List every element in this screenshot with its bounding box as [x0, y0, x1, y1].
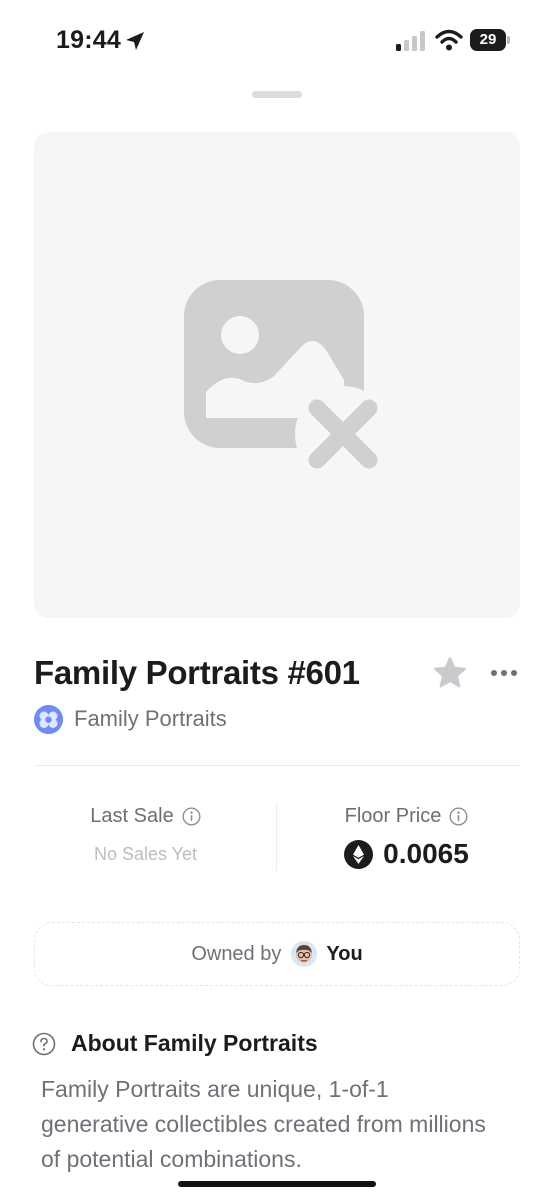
more-options-button[interactable] — [488, 660, 520, 686]
owner-avatar — [291, 941, 318, 967]
about-title: About Family Portraits — [71, 1030, 318, 1056]
status-time: 19:44 — [56, 26, 121, 54]
location-arrow-icon — [126, 32, 144, 50]
info-icon[interactable] — [182, 806, 201, 826]
nft-title: Family Portraits #601 — [34, 654, 360, 691]
stats-divider — [276, 803, 277, 871]
section-divider — [34, 765, 520, 766]
home-indicator — [178, 1181, 376, 1187]
wifi-icon — [435, 29, 463, 51]
collection-link[interactable]: Family Portraits — [34, 702, 227, 736]
status-bar: 19:44 29 — [0, 0, 554, 84]
collection-avatar — [34, 704, 63, 734]
floor-price-stat: Floor Price 0.0065 — [285, 800, 528, 870]
owned-by-label: Owned by — [191, 942, 282, 965]
owner-name: You — [326, 942, 363, 965]
info-icon[interactable] — [449, 806, 468, 826]
nft-image[interactable] — [34, 132, 520, 618]
battery-icon: 29 — [470, 29, 510, 51]
ethereum-icon — [344, 839, 374, 869]
collection-name: Family Portraits — [74, 706, 227, 731]
help-circle-icon — [32, 1032, 56, 1055]
sheet-grabber-handle[interactable] — [252, 91, 302, 98]
favorite-star-button[interactable] — [432, 655, 468, 691]
floor-price-label: Floor Price — [344, 804, 442, 827]
battery-level: 29 — [479, 31, 497, 48]
about-description: Family Portraits are unique, 1-of-1 gene… — [41, 1076, 486, 1172]
cellular-signal-icon — [396, 31, 425, 51]
missing-image-icon — [184, 280, 378, 469]
owned-by-box[interactable]: Owned by You — [34, 922, 520, 986]
about-header: About Family Portraits — [32, 1030, 318, 1057]
last-sale-label: Last Sale — [90, 804, 174, 827]
floor-price-value: 0.0065 — [383, 838, 469, 869]
last-sale-stat: Last Sale No Sales Yet — [24, 800, 267, 865]
last-sale-value: No Sales Yet — [93, 844, 198, 864]
